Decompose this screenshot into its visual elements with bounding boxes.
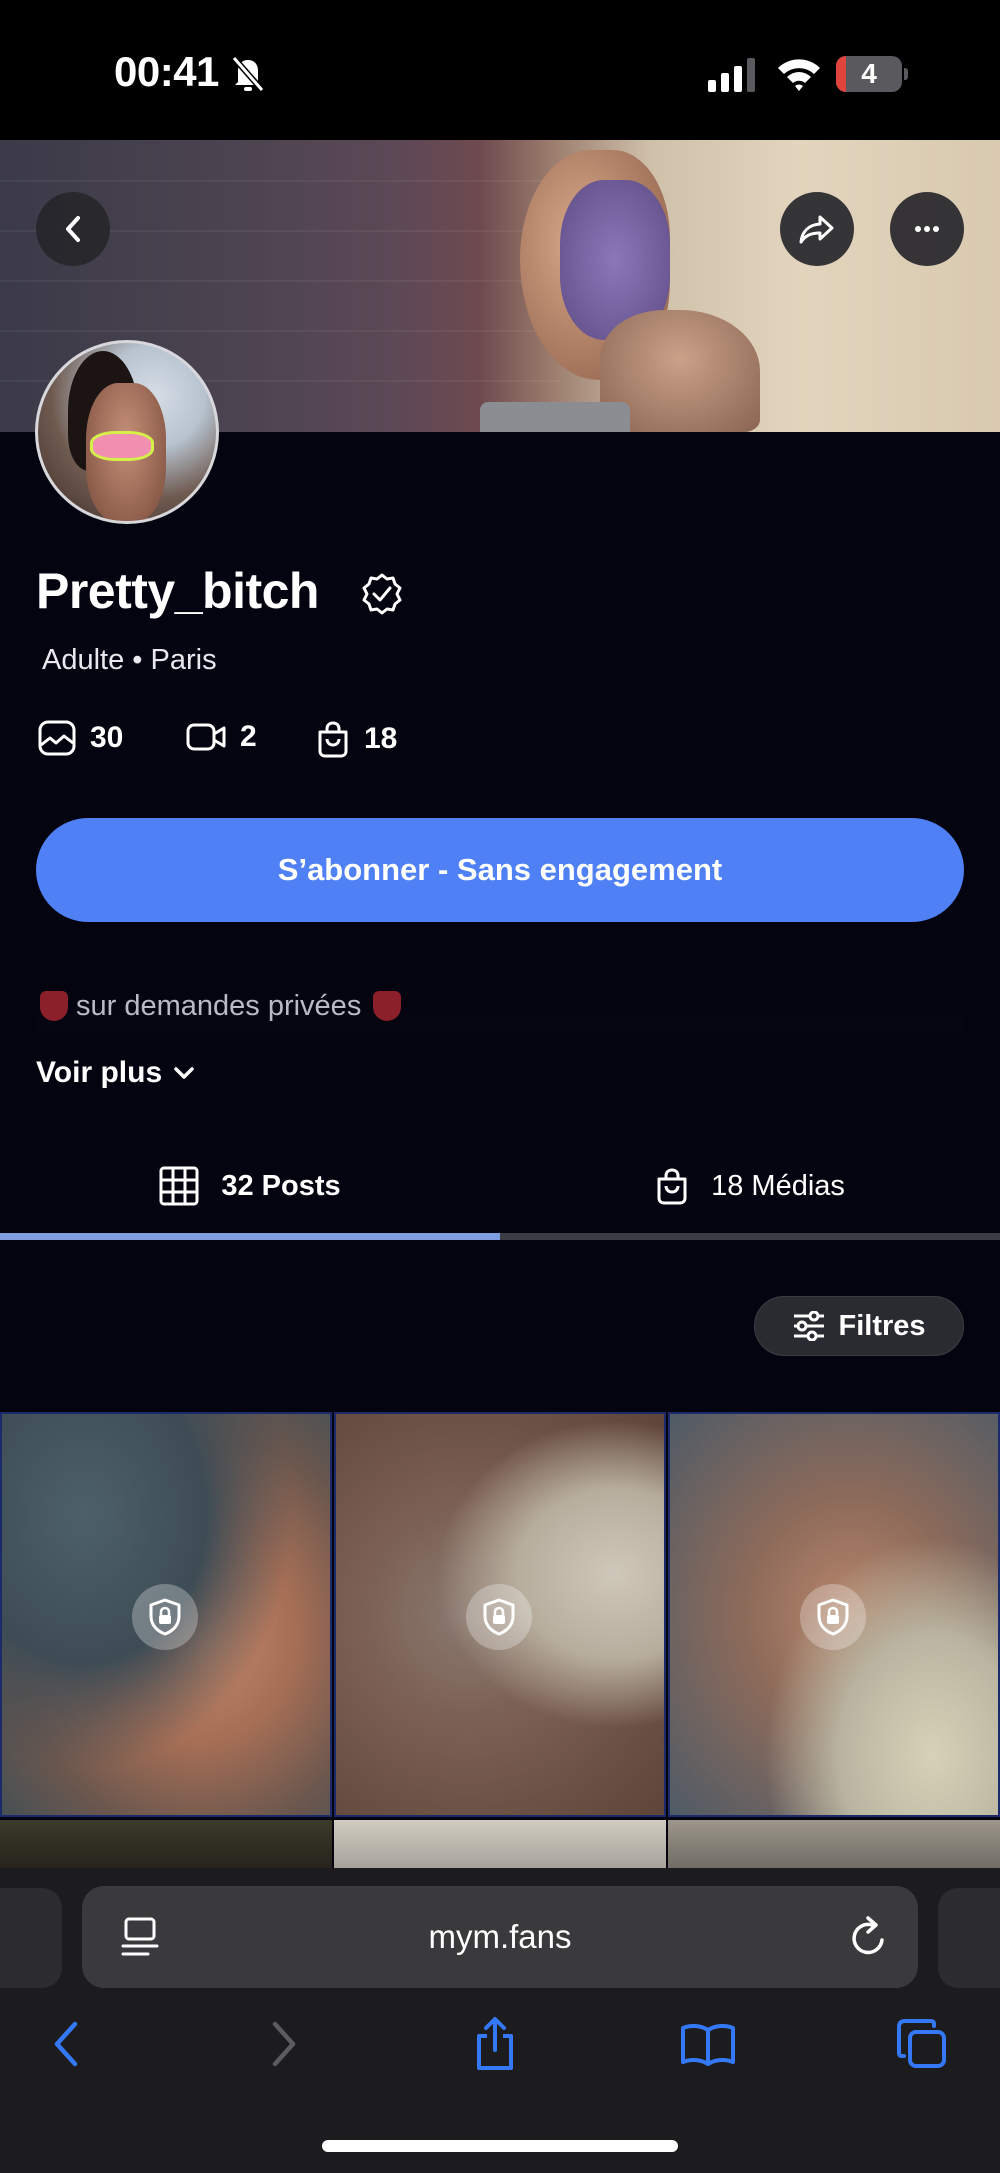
tab-indicator-active (0, 1233, 500, 1240)
share-arrow-icon (799, 215, 834, 244)
wifi-icon (778, 59, 820, 91)
avatar[interactable] (35, 340, 219, 524)
bookmarks-icon (681, 2023, 735, 2066)
stat-photos-count: 30 (90, 721, 124, 754)
stat-videos: 2 (186, 720, 257, 754)
profile-name: Pretty_bitch (36, 563, 319, 619)
tab-medias-label: 18 Médias (711, 1169, 845, 1202)
tab-medias[interactable]: 18 Médias (500, 1140, 1000, 1232)
stat-videos-count: 2 (240, 720, 257, 753)
battery-level: 4 (861, 58, 877, 89)
home-indicator[interactable] (322, 2140, 678, 2152)
tab-posts-label: 32 Posts (221, 1169, 341, 1202)
tab-posts[interactable]: 32 Posts (0, 1140, 500, 1232)
photo-icon (38, 720, 76, 756)
profile-subtitle: Adulte • Paris (42, 644, 217, 676)
stat-shop: 18 (316, 720, 397, 758)
filters-label: Filtres (838, 1309, 926, 1342)
browser-forward-button[interactable] (252, 2012, 316, 2076)
shopping-bag-icon (657, 1168, 687, 1205)
more-options-button[interactable] (890, 192, 964, 266)
verified-badge-icon (362, 573, 402, 615)
subscribe-button[interactable]: S’abonner - Sans engagement (36, 818, 964, 922)
locked-shield-icon (132, 1584, 198, 1650)
tongue-emoji-icon (40, 991, 68, 1021)
reload-icon[interactable] (846, 1914, 890, 1960)
tongue-emoji-icon (373, 991, 402, 1021)
bell-slash-icon (231, 56, 265, 92)
video-camera-icon (186, 723, 226, 751)
chevron-left-icon (66, 216, 80, 242)
share-profile-button[interactable] (780, 192, 854, 266)
locked-shield-icon (800, 1584, 866, 1650)
address-bar[interactable]: mym.fans (82, 1886, 918, 1988)
filters-button[interactable]: Filtres (754, 1296, 964, 1356)
next-tab-preview[interactable] (938, 1888, 1000, 1988)
back-button[interactable] (36, 192, 110, 266)
more-dots-icon (915, 226, 939, 232)
locked-post-tile[interactable] (0, 1820, 332, 1870)
url-text: mym.fans (428, 1918, 572, 1955)
locked-post-tile[interactable] (334, 1412, 666, 1817)
battery-icon: 4 (836, 56, 908, 92)
back-arrow-icon (54, 2021, 78, 2067)
chevron-down-icon (174, 1067, 194, 1079)
browser-tabs-button[interactable] (890, 2012, 954, 2076)
cellular-signal-icon (708, 58, 755, 92)
stat-shop-count: 18 (364, 722, 398, 755)
see-more-button[interactable]: Voir plus (36, 1056, 196, 1090)
tabs-icon (897, 2019, 946, 2068)
browser-back-button[interactable] (34, 2012, 98, 2076)
page-menu-icon (121, 1917, 159, 1956)
locked-post-tile[interactable] (334, 1820, 666, 1870)
locked-shield-icon (466, 1584, 532, 1650)
browser-bookmarks-button[interactable] (676, 2012, 740, 2076)
browser-share-button[interactable] (463, 2012, 527, 2076)
forward-arrow-icon (272, 2021, 296, 2067)
grid-icon (159, 1166, 199, 1206)
status-time: 00:41 (114, 48, 219, 95)
profile-bio: sur demandes privées (36, 980, 964, 1032)
share-icon (477, 2017, 513, 2070)
bio-text: sur demandes privées (76, 989, 362, 1022)
sliders-icon (794, 1311, 825, 1341)
locked-post-tile[interactable] (668, 1412, 1000, 1817)
shopping-bag-icon (318, 721, 348, 758)
see-more-label: Voir plus (36, 1056, 163, 1089)
previous-tab-preview[interactable] (0, 1888, 62, 1988)
locked-post-tile[interactable] (0, 1412, 332, 1817)
stat-photos: 30 (38, 720, 123, 756)
content-tabs: 32 Posts 18 Médias (0, 1140, 1000, 1240)
locked-post-tile[interactable] (668, 1820, 1000, 1870)
